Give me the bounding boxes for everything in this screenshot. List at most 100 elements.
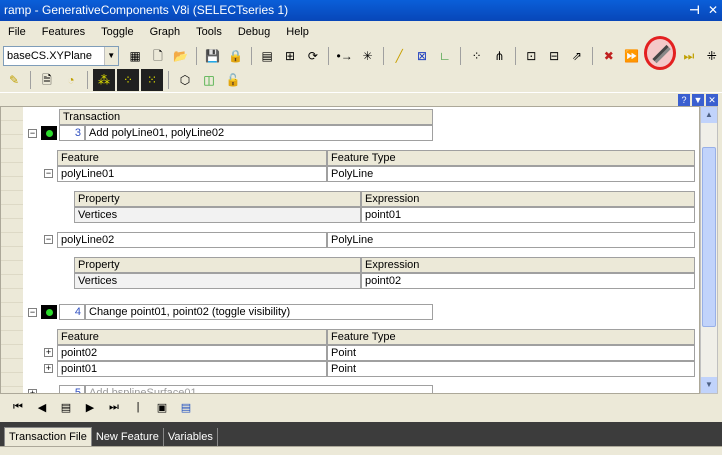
- tab-transaction-file[interactable]: Transaction File: [4, 427, 92, 446]
- tab-strip: Transaction File New Feature Variables: [0, 422, 722, 446]
- tab-new-feature[interactable]: New Feature: [92, 428, 164, 446]
- previous-record-icon[interactable]: ◀: [32, 401, 52, 414]
- separator: [514, 47, 516, 65]
- expression-column-header[interactable]: Expression: [361, 257, 695, 273]
- feature-column-header[interactable]: Feature: [57, 150, 327, 166]
- save-lock-icon[interactable]: 🔒: [225, 45, 246, 67]
- dropdown-icon[interactable]: ▼: [692, 94, 704, 106]
- tree-nodes-icon[interactable]: ⋔: [489, 45, 510, 67]
- transaction-column-header[interactable]: Transaction: [59, 109, 433, 125]
- help-icon[interactable]: ?: [678, 94, 690, 106]
- current-record-icon[interactable]: ▤: [56, 401, 76, 414]
- step-forward-icon[interactable]: ⏭: [678, 45, 699, 67]
- transaction-number: 3: [59, 125, 85, 141]
- active-status-icon[interactable]: [41, 305, 57, 319]
- feature-name[interactable]: point01: [57, 361, 327, 377]
- separator: [460, 47, 462, 65]
- menu-toggle[interactable]: Toggle: [95, 21, 143, 43]
- separator: [382, 47, 384, 65]
- layout-icon[interactable]: ⊟: [544, 45, 565, 67]
- script-editor-icon[interactable]: ▤: [257, 45, 278, 67]
- export-icon[interactable]: ⇗: [567, 45, 588, 67]
- collapse-icon[interactable]: −: [28, 129, 37, 138]
- active-status-icon[interactable]: [41, 126, 57, 140]
- expand-icon[interactable]: +: [44, 364, 53, 373]
- feature-name[interactable]: point02: [57, 345, 327, 361]
- plane-icon[interactable]: ⊠: [412, 45, 433, 67]
- coord-system-select[interactable]: baseCS.XYPlane ▼: [3, 46, 119, 66]
- arrange-icon[interactable]: ⊡: [521, 45, 542, 67]
- feature-type: Point: [327, 345, 695, 361]
- component-icon[interactable]: ◫: [198, 69, 220, 91]
- chevron-down-icon[interactable]: ▼: [103, 47, 118, 65]
- panel-close-icon[interactable]: ✕: [706, 94, 718, 106]
- image-icon[interactable]: ▣: [152, 401, 172, 414]
- panel-header: ? ▼ ✕: [0, 92, 722, 106]
- menu-tools[interactable]: Tools: [190, 21, 232, 43]
- document-icon[interactable]: 🗎: [36, 69, 58, 91]
- scroll-thumb[interactable]: [702, 147, 716, 327]
- feature-name[interactable]: polyLine02: [57, 232, 327, 248]
- next-record-icon[interactable]: ▶: [80, 401, 100, 414]
- refresh-icon[interactable]: ⟳: [302, 45, 323, 67]
- menu-features[interactable]: Features: [36, 21, 95, 43]
- expand-icon[interactable]: +: [28, 389, 37, 393]
- scroll-up-icon[interactable]: ▲: [701, 107, 717, 123]
- notes-icon[interactable]: ▤: [176, 401, 196, 414]
- node-yellow-icon[interactable]: ⁘: [117, 69, 139, 91]
- pin-icon[interactable]: ⊣: [689, 0, 700, 21]
- grid-icon[interactable]: ▦: [125, 45, 146, 67]
- feature-type-column-header[interactable]: Feature Type: [327, 329, 695, 345]
- highlighted-tool-button[interactable]: [643, 36, 677, 70]
- property-column-header[interactable]: Property: [74, 191, 361, 207]
- separator: [328, 47, 330, 65]
- move-nodes-icon[interactable]: ⁘: [466, 45, 487, 67]
- menu-file[interactable]: File: [2, 21, 36, 43]
- feature-column-header[interactable]: Feature: [57, 329, 327, 345]
- open-folder-icon[interactable]: 📂: [170, 45, 191, 67]
- point-cross-icon[interactable]: ✳: [357, 45, 378, 67]
- feature-type-column-header[interactable]: Feature Type: [327, 150, 695, 166]
- transaction-label[interactable]: Add polyLine01, polyLine02: [85, 125, 433, 141]
- collapse-icon[interactable]: −: [44, 169, 53, 178]
- property-expression[interactable]: point02: [361, 273, 695, 289]
- transaction-label[interactable]: Change point01, point02 (toggle visibili…: [85, 304, 433, 320]
- title-bar: ramp - GenerativeComponents V8i (SELECTs…: [0, 0, 722, 21]
- collapse-icon[interactable]: −: [44, 235, 53, 244]
- transaction-label[interactable]: Add bsplineSurface01: [85, 385, 433, 393]
- scroll-down-icon[interactable]: ▼: [701, 377, 717, 393]
- expression-column-header[interactable]: Expression: [361, 191, 695, 207]
- feature-name[interactable]: polyLine01: [57, 166, 327, 182]
- cycle-icon[interactable]: ◔: [60, 69, 82, 91]
- close-icon[interactable]: ✕: [708, 0, 718, 21]
- axes-icon[interactable]: ∟: [435, 45, 456, 67]
- feature-type: Point: [327, 361, 695, 377]
- tab-variables[interactable]: Variables: [164, 428, 218, 446]
- fast-forward-icon[interactable]: ⏩: [621, 45, 642, 67]
- lock-icon[interactable]: 🔓: [222, 69, 244, 91]
- point-arrow-icon[interactable]: •→: [334, 45, 355, 67]
- node-grid-icon[interactable]: ⁜: [701, 45, 722, 67]
- main-toolbar: baseCS.XYPlane ▼ ▦ 🗋 📂 💾 🔒 ▤ ⊞ ⟳ •→ ✳ ╱ …: [0, 36, 722, 70]
- node-red-icon[interactable]: ⁂: [93, 69, 115, 91]
- menu-help[interactable]: Help: [280, 21, 319, 43]
- save-icon[interactable]: 💾: [202, 45, 223, 67]
- property-expression[interactable]: point01: [361, 207, 695, 223]
- first-record-icon[interactable]: ⏮: [8, 401, 28, 414]
- graph-view-icon[interactable]: ⊞: [280, 45, 301, 67]
- node-yellow2-icon[interactable]: ⁙: [141, 69, 163, 91]
- cube-icon[interactable]: ⬡: [174, 69, 196, 91]
- vertical-scrollbar[interactable]: ▲ ▼: [700, 106, 718, 394]
- pencil-icon[interactable]: ✎: [3, 69, 25, 91]
- menu-graph[interactable]: Graph: [144, 21, 191, 43]
- new-file-icon[interactable]: 🗋: [148, 45, 169, 67]
- last-record-icon[interactable]: ⏭: [104, 401, 124, 414]
- property-column-header[interactable]: Property: [74, 257, 361, 273]
- menu-debug[interactable]: Debug: [232, 21, 280, 43]
- line-icon[interactable]: ╱: [389, 45, 410, 67]
- property-name: Vertices: [74, 273, 361, 289]
- stop-icon[interactable]: ✖: [598, 45, 619, 67]
- collapse-icon[interactable]: −: [28, 308, 37, 317]
- menu-bar: File Features Toggle Graph Tools Debug H…: [0, 21, 722, 43]
- expand-icon[interactable]: +: [44, 348, 53, 357]
